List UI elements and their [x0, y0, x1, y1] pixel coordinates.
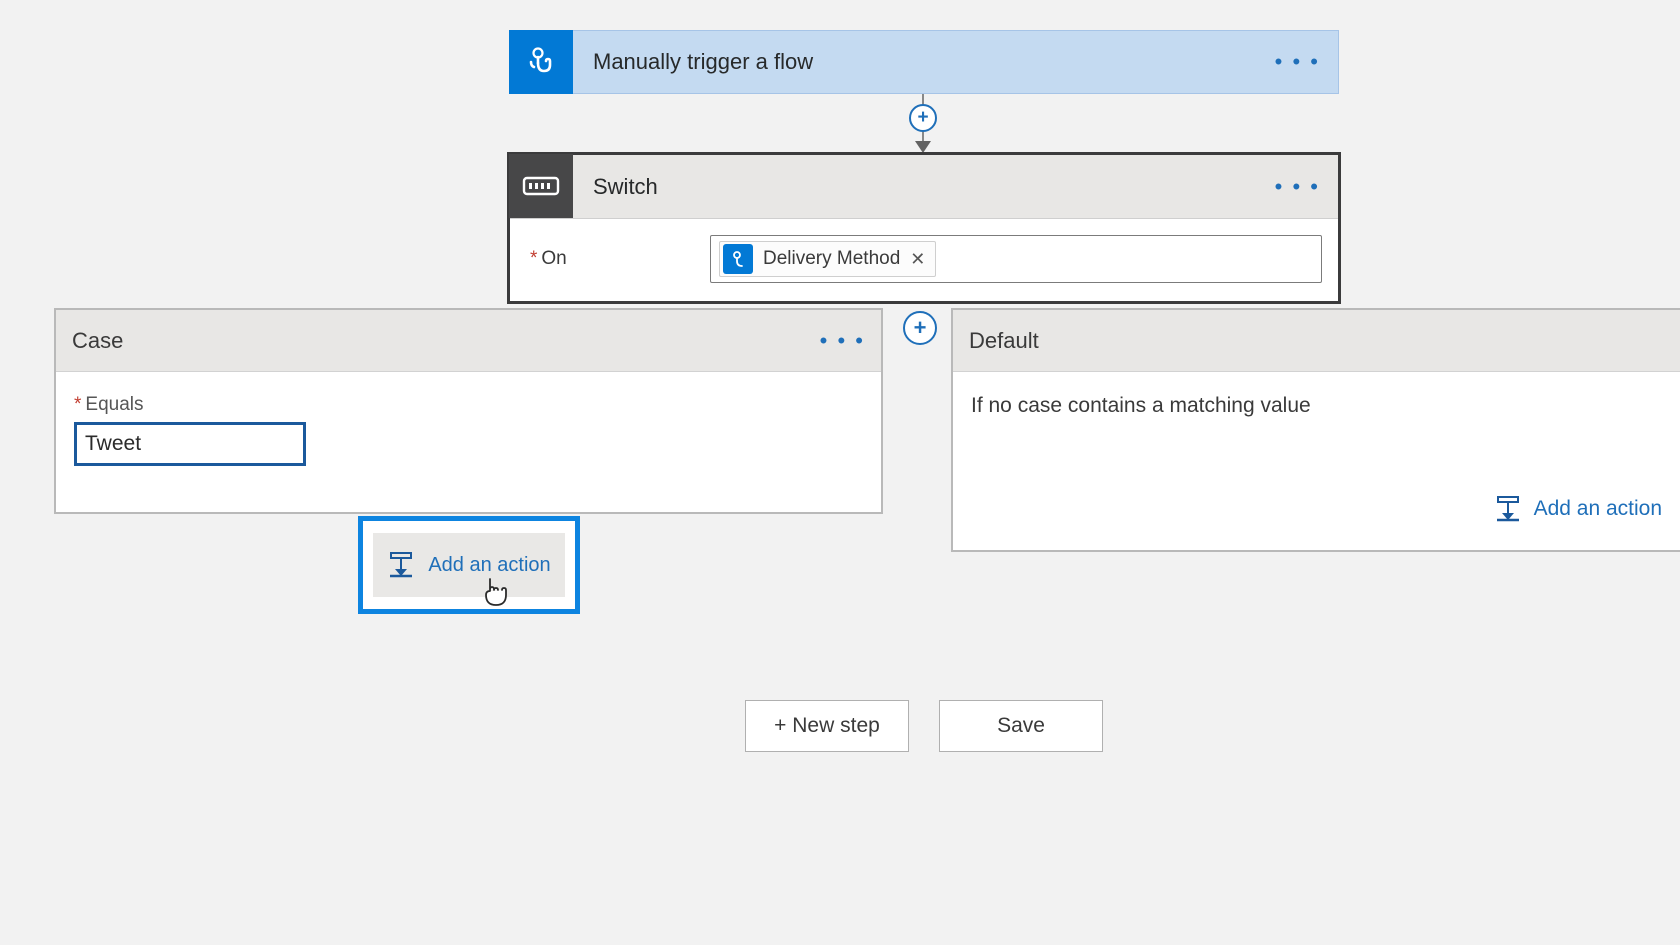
case-card: Case • • • *Equals — [54, 308, 883, 514]
case-body: *Equals — [56, 372, 881, 512]
switch-on-label: *On — [530, 248, 710, 270]
token-delivery-method[interactable]: Delivery Method ✕ — [719, 241, 936, 277]
trigger-title: Manually trigger a flow — [593, 49, 1275, 75]
default-add-action-label: Add an action — [1534, 497, 1662, 521]
default-description: If no case contains a matching value — [971, 394, 1662, 418]
switch-on-input[interactable]: Delivery Method ✕ — [710, 235, 1322, 283]
switch-icon — [509, 154, 573, 218]
add-action-icon — [1494, 496, 1522, 522]
switch-title: Switch — [593, 174, 1275, 200]
case-add-action-label: Add an action — [428, 554, 550, 577]
default-body: If no case contains a matching value Add… — [953, 372, 1680, 550]
switch-body: *On Delivery Method ✕ — [510, 219, 1338, 301]
equals-label: *Equals — [74, 394, 863, 416]
default-header[interactable]: Default — [953, 310, 1680, 372]
case-add-action-button[interactable]: Add an action — [373, 533, 565, 597]
case-title: Case — [72, 328, 820, 354]
case-menu-icon[interactable]: • • • — [820, 328, 865, 354]
insert-step-button[interactable]: + — [909, 104, 937, 132]
default-add-action-button[interactable]: Add an action — [971, 496, 1662, 522]
add-action-highlight: Add an action — [358, 516, 580, 614]
switch-card: Switch • • • *On Delivery Method ✕ — [507, 152, 1341, 304]
new-step-button[interactable]: + New step — [745, 700, 909, 752]
token-icon — [723, 244, 753, 274]
add-case-button[interactable]: + — [903, 311, 937, 345]
token-label: Delivery Method — [763, 248, 900, 270]
save-button[interactable]: Save — [939, 700, 1103, 752]
token-remove-icon[interactable]: ✕ — [910, 249, 925, 270]
switch-header[interactable]: Switch • • • — [510, 155, 1338, 219]
trigger-card[interactable]: Manually trigger a flow • • • — [509, 30, 1339, 94]
add-action-icon — [387, 552, 415, 578]
switch-menu-icon[interactable]: • • • — [1275, 174, 1320, 200]
manual-trigger-icon — [509, 30, 573, 94]
trigger-menu-icon[interactable]: • • • — [1275, 49, 1320, 75]
equals-input[interactable] — [74, 422, 306, 466]
default-title: Default — [969, 328, 1039, 354]
case-header[interactable]: Case • • • — [56, 310, 881, 372]
default-card: Default If no case contains a matching v… — [951, 308, 1680, 552]
